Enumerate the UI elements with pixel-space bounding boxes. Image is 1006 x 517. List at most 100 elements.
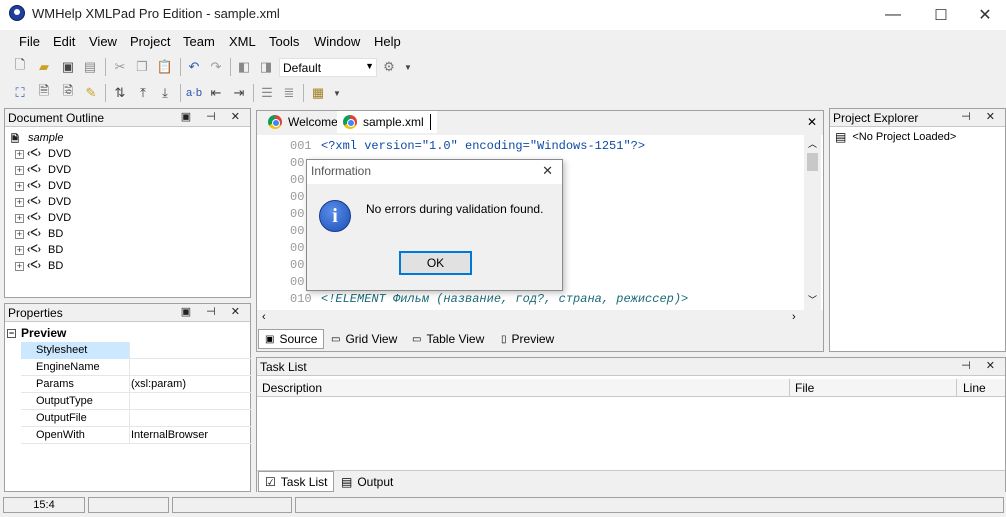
sort-icon[interactable]: ⇅: [112, 85, 128, 101]
property-row[interactable]: EngineName: [21, 359, 251, 376]
ab-format-icon[interactable]: a·b: [186, 85, 202, 101]
menu-file[interactable]: File: [19, 34, 40, 49]
outline-node[interactable]: + ‹ᐸ› DVD: [15, 210, 71, 226]
node-label: BD: [48, 228, 64, 240]
property-row[interactable]: OutputType: [21, 393, 251, 410]
outline-node[interactable]: + ‹ᐸ› DVD: [15, 194, 71, 210]
scroll-left-icon[interactable]: ‹: [262, 311, 266, 323]
move-bottom-icon[interactable]: ⤓: [157, 85, 173, 101]
task-panel-controls[interactable]: ⊣ ✕: [961, 359, 1001, 372]
outline-node[interactable]: + ‹ᐸ› DVD: [15, 146, 71, 162]
property-value[interactable]: (xsl:param): [131, 378, 186, 390]
menu-edit[interactable]: Edit: [53, 34, 75, 49]
xslt-icon[interactable]: ✎: [83, 85, 99, 101]
property-group[interactable]: − Preview: [7, 325, 66, 341]
indent-right-icon[interactable]: ⇥: [231, 85, 247, 101]
property-row[interactable]: Stylesheet: [21, 342, 251, 359]
expand-icon[interactable]: +: [15, 229, 24, 239]
expand-icon[interactable]: +: [15, 197, 24, 207]
menu-team[interactable]: Team: [183, 34, 215, 49]
expand-icon[interactable]: +: [15, 261, 24, 271]
menu-tools[interactable]: Tools: [269, 34, 299, 49]
tab-output[interactable]: ▤ Output: [335, 471, 399, 492]
save-icon[interactable]: ▣: [60, 59, 76, 75]
scroll-right-icon[interactable]: ›: [792, 311, 796, 323]
scrollbar-thumb[interactable]: [807, 153, 818, 171]
tab-welcome[interactable]: Welcome: [262, 111, 344, 133]
cut-icon[interactable]: ✂: [112, 59, 128, 75]
expand-icon[interactable]: +: [15, 245, 24, 255]
maximize-button[interactable]: ☐: [918, 0, 964, 30]
scroll-up-icon[interactable]: ︿: [808, 137, 817, 150]
back-icon[interactable]: ◧: [236, 59, 252, 75]
tab-task-list[interactable]: ☑ Task List: [258, 471, 335, 492]
status-bar: 15:4: [0, 495, 1006, 517]
horizontal-scrollbar[interactable]: ‹ ›: [257, 310, 823, 327]
view-tabs: ▣ Source ▭ Grid View ▭ Table View ▯ Preview: [257, 329, 823, 351]
new-file-icon[interactable]: 🗋: [12, 57, 28, 75]
scroll-down-icon[interactable]: ﹀: [808, 293, 817, 306]
copy-icon[interactable]: ❐: [134, 59, 150, 75]
expand-icon[interactable]: +: [15, 181, 24, 191]
outline-node[interactable]: + ‹ᐸ› BD: [15, 242, 63, 258]
tab-table-view[interactable]: ▭ Table View: [406, 329, 490, 349]
tab-grid-view[interactable]: ▭ Grid View: [325, 329, 403, 349]
expand-icon[interactable]: +: [15, 165, 24, 175]
property-value[interactable]: InternalBrowser: [131, 429, 208, 441]
tab-sample-xml[interactable]: sample.xml: [337, 111, 437, 133]
save-all-icon[interactable]: ▤: [82, 59, 98, 75]
outline-node[interactable]: + ‹ᐸ› DVD: [15, 162, 71, 178]
menu-help[interactable]: Help: [374, 34, 401, 49]
snippet-icon[interactable]: ▦: [310, 85, 326, 101]
uncomment-icon[interactable]: ≣: [281, 85, 297, 101]
outline-panel-controls[interactable]: ▣ ⊣ ✕: [181, 110, 246, 123]
settings-icon[interactable]: ⚙: [381, 59, 397, 75]
project-panel-controls[interactable]: ⊣ ✕: [961, 110, 1001, 123]
close-tab-icon[interactable]: ✕: [807, 115, 817, 129]
undo-icon[interactable]: ↶: [186, 59, 202, 75]
profile-combo[interactable]: Default ▼: [279, 58, 377, 77]
tab-source[interactable]: ▣ Source: [258, 329, 325, 349]
project-item[interactable]: ▤ <No Project Loaded>: [835, 130, 956, 144]
menu-xml[interactable]: XML: [229, 34, 256, 49]
check-wellformed-icon[interactable]: ⛶: [12, 85, 28, 101]
menu-window[interactable]: Window: [314, 34, 360, 49]
property-row[interactable]: OpenWith InternalBrowser: [21, 427, 251, 444]
outline-node[interactable]: + ‹ᐸ› DVD: [15, 178, 71, 194]
transform-icon[interactable]: 🗟: [60, 83, 76, 101]
menu-view[interactable]: View: [89, 34, 117, 49]
comment-icon[interactable]: ☰: [259, 85, 275, 101]
outline-node[interactable]: + ‹ᐸ› BD: [15, 258, 63, 274]
collapse-icon[interactable]: −: [7, 328, 16, 338]
divider: [129, 393, 130, 410]
column-line[interactable]: Line: [963, 381, 986, 395]
property-row[interactable]: Params (xsl:param): [21, 376, 251, 393]
expand-icon[interactable]: +: [15, 213, 24, 223]
vertical-scrollbar[interactable]: ︿ ﹀: [804, 135, 821, 310]
outline-node[interactable]: + ‹ᐸ› BD: [15, 226, 63, 242]
redo-icon[interactable]: ↷: [208, 59, 224, 75]
minimize-button[interactable]: —: [870, 0, 916, 30]
indent-left-icon[interactable]: ⇤: [208, 85, 224, 101]
forward-icon[interactable]: ◨: [258, 59, 274, 75]
property-row[interactable]: OutputFile: [21, 410, 251, 427]
menu-project[interactable]: Project: [130, 34, 170, 49]
paste-icon[interactable]: 📋: [157, 59, 173, 75]
outline-root[interactable]: 🗎 sample: [11, 130, 63, 146]
ok-button[interactable]: OK: [399, 251, 472, 275]
open-folder-icon[interactable]: ▰: [36, 59, 52, 75]
move-top-icon[interactable]: ⤒: [135, 85, 151, 101]
dropdown-arrow-icon[interactable]: ▼: [329, 85, 345, 101]
tab-preview[interactable]: ▯ Preview: [495, 329, 560, 349]
xml-toolbar: ⛶ 🗎 🗟 ✎ ⇅ ⤒ ⤓ a·b ⇤ ⇥ ☰ ≣ ▦ ▼: [0, 80, 1006, 108]
dropdown-arrow-icon[interactable]: ▼: [400, 59, 416, 75]
properties-panel-controls[interactable]: ▣ ⊣ ✕: [181, 305, 246, 318]
validate-icon[interactable]: 🗎: [36, 83, 52, 101]
column-file[interactable]: File: [795, 381, 814, 395]
close-button[interactable]: ✕: [962, 0, 1006, 30]
expand-icon[interactable]: +: [15, 149, 24, 159]
element-icon: ‹ᐸ›: [27, 196, 41, 207]
outline-title: Document Outline: [8, 111, 105, 125]
column-description[interactable]: Description: [262, 381, 322, 395]
dialog-close-button[interactable]: ✕: [542, 163, 553, 179]
